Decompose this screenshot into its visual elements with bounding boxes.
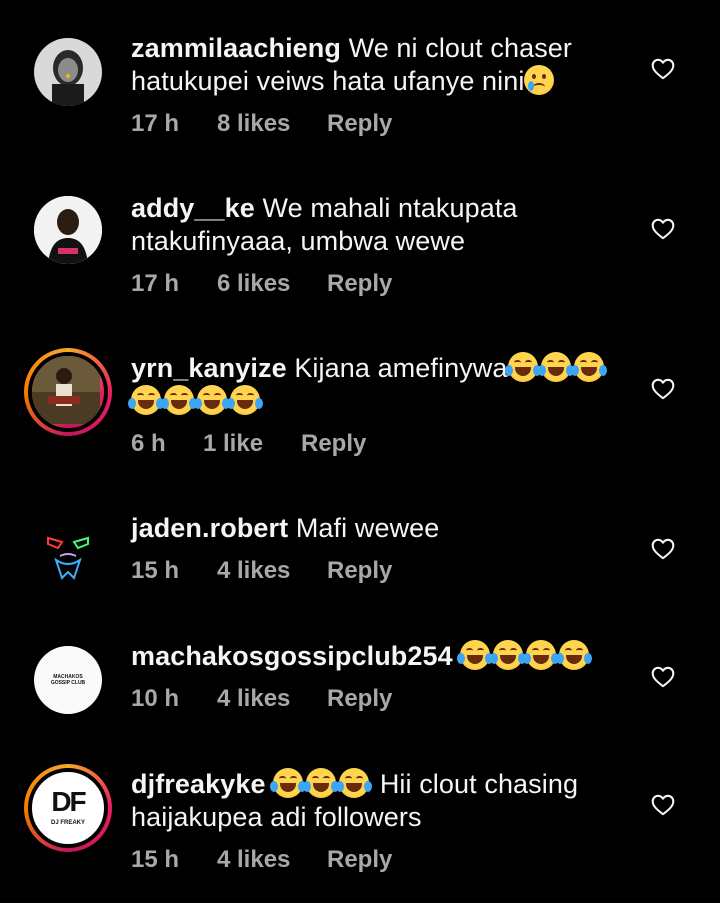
tears-of-joy-icon <box>457 640 494 670</box>
comment-line: We ni clout chaser <box>348 33 572 63</box>
comment-body: jaden.robert Mafi wewee 15 h 4 likes Rep… <box>131 512 640 585</box>
tears-of-joy-icon <box>227 385 263 415</box>
tears-of-joy-icon <box>523 640 560 670</box>
crying-face-icon <box>524 65 555 95</box>
username[interactable]: machakosgossipclub254 <box>131 641 453 671</box>
tears-of-joy-icon <box>504 352 541 382</box>
tears-of-joy-icon <box>570 352 607 382</box>
avatar[interactable] <box>34 38 102 106</box>
comment-line: Mafi wewee <box>295 513 440 543</box>
comment-line: haijakupea adi followers <box>131 802 422 832</box>
heart-outline-icon[interactable] <box>650 216 676 242</box>
comment-time: 15 h <box>131 846 180 873</box>
tears-of-joy-icon <box>556 640 593 670</box>
avatar[interactable]: MACHAKOS GOSSIP CLUB <box>34 646 102 714</box>
heart-outline-icon[interactable] <box>650 56 676 82</box>
like-count[interactable]: 4 likes <box>217 557 327 585</box>
comment-time: 6 h <box>131 430 166 457</box>
avatar[interactable] <box>34 516 102 584</box>
comments-list: zammilaachieng We ni clout chaser hatuku… <box>0 0 720 903</box>
avatar-logo-text: MACHAKOS GOSSIP CLUB <box>50 674 86 686</box>
comment-line: Kijana amefinywa <box>294 353 508 383</box>
comment-body: yrn_kanyize Kijana amefinywa 6 h 1 like … <box>128 352 640 458</box>
tears-of-joy-icon <box>303 768 340 798</box>
reply-button[interactable]: Reply <box>301 430 366 458</box>
comment-line: hatukupei veiws hata ufanye nini <box>131 66 525 96</box>
comment-meta: 10 h 4 likes Reply <box>131 685 640 713</box>
reply-button[interactable]: Reply <box>327 270 392 298</box>
avatar: DF DJ FREAKY <box>28 768 108 848</box>
comment-time: 17 h <box>131 270 180 297</box>
reply-button[interactable]: Reply <box>327 846 392 874</box>
reply-button[interactable]: Reply <box>327 110 392 138</box>
comment-time: 10 h <box>131 685 180 712</box>
heart-outline-icon[interactable] <box>650 792 676 818</box>
heart-outline-icon[interactable] <box>650 664 676 690</box>
comment-line: We mahali ntakupata <box>262 193 518 223</box>
comment-time: 17 h <box>131 110 180 137</box>
comment-meta: 17 h 8 likes Reply <box>131 110 640 138</box>
tears-of-joy-icon <box>270 768 307 798</box>
username[interactable]: djfreakyke <box>131 769 266 799</box>
comment-body: addy__ke We mahali ntakupata ntakufinyaa… <box>131 192 640 298</box>
username[interactable]: jaden.robert <box>131 513 288 543</box>
comment-meta: 15 h 4 likes Reply <box>131 846 640 874</box>
heart-outline-icon[interactable] <box>650 536 676 562</box>
username[interactable]: zammilaachieng <box>131 33 341 63</box>
like-count[interactable]: 6 likes <box>217 270 327 298</box>
comment-text: yrn_kanyize Kijana amefinywa <box>128 352 640 418</box>
comment-meta: 15 h 4 likes Reply <box>131 557 640 585</box>
like-count[interactable]: 4 likes <box>217 685 327 713</box>
tears-of-joy-icon <box>194 385 230 415</box>
like-count[interactable]: 1 like <box>203 430 301 458</box>
username[interactable]: yrn_kanyize <box>131 353 287 383</box>
like-count[interactable]: 8 likes <box>217 110 327 138</box>
avatar-story-ring[interactable]: DF DJ FREAKY <box>24 764 112 852</box>
comment-text: zammilaachieng We ni clout chaser hatuku… <box>131 32 640 98</box>
comment-meta: 17 h 6 likes Reply <box>131 270 640 298</box>
tears-of-joy-icon <box>490 640 527 670</box>
like-count[interactable]: 4 likes <box>217 846 327 874</box>
comment-body: zammilaachieng We ni clout chaser hatuku… <box>131 32 640 138</box>
avatar <box>28 352 108 432</box>
tears-of-joy-icon <box>336 768 373 798</box>
tears-of-joy-icon <box>128 385 164 415</box>
tears-of-joy-icon <box>537 352 574 382</box>
comment-text: addy__ke We mahali ntakupata ntakufinyaa… <box>131 192 640 258</box>
comment-body: djfreakyke Hii clout chasing haijakupea … <box>131 768 640 874</box>
comment-body: machakosgossipclub254 10 h 4 likes Reply <box>131 640 640 713</box>
comment-text: djfreakyke Hii clout chasing haijakupea … <box>131 768 640 834</box>
heart-outline-icon[interactable] <box>650 376 676 402</box>
reply-button[interactable]: Reply <box>327 557 392 585</box>
username[interactable]: addy__ke <box>131 193 255 223</box>
comment-meta: 6 h 1 like Reply <box>131 430 640 458</box>
comment-text: machakosgossipclub254 <box>131 640 640 673</box>
tears-of-joy-icon <box>161 385 197 415</box>
reply-button[interactable]: Reply <box>327 685 392 713</box>
avatar-story-ring[interactable] <box>24 348 112 436</box>
avatar[interactable] <box>34 196 102 264</box>
comment-line: Hii clout chasing <box>379 769 579 799</box>
comment-text: jaden.robert Mafi wewee <box>131 512 640 545</box>
comment-line: ntakufinyaaa, umbwa wewe <box>131 226 466 256</box>
avatar-logo-subtext: DJ FREAKY <box>50 820 85 826</box>
avatar-logo-text: DF <box>51 786 86 817</box>
comment-time: 15 h <box>131 557 180 584</box>
